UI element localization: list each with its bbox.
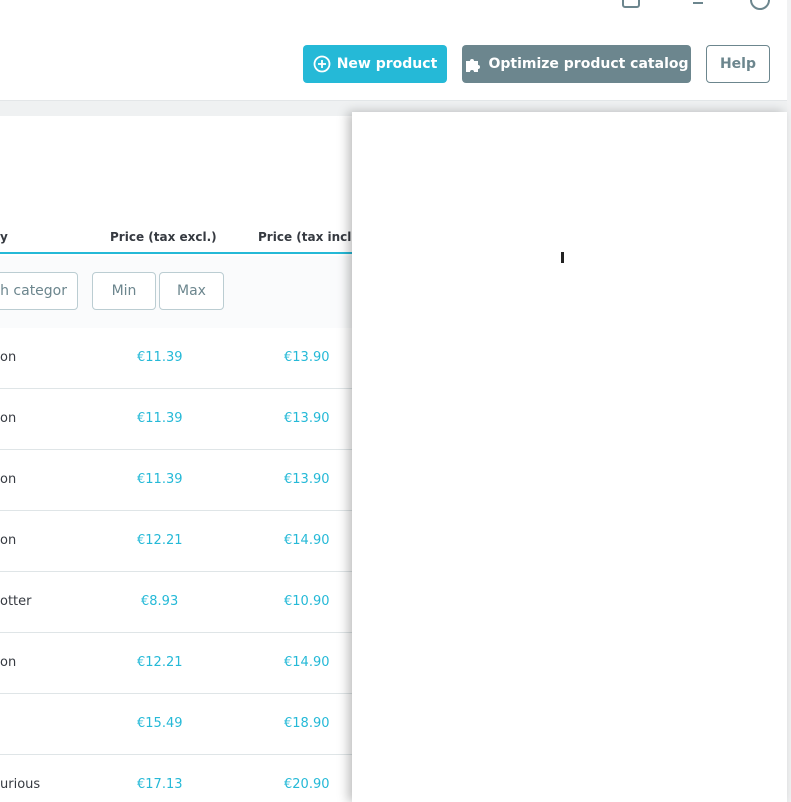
row-price-incl[interactable]: €14.90 [284,655,330,670]
column-category[interactable]: y [0,230,8,244]
row-price-incl[interactable]: €13.90 [284,350,330,365]
help-circle-icon[interactable] [750,0,770,10]
new-product-label: New product [336,56,438,72]
table-row[interactable]: on €12.21 €14.90 [0,511,352,572]
table-row[interactable]: on €11.39 €13.90 [0,450,352,511]
row-price-incl[interactable]: €13.90 [284,472,330,487]
table-row[interactable]: otter €8.93 €10.90 [0,572,352,633]
row-category: on [0,411,17,426]
table-body: on €11.39 €13.90 on €11.39 €13.90 on €11… [0,328,352,802]
row-price-incl[interactable]: €10.90 [284,594,330,609]
price-max-input[interactable]: Max [159,272,224,310]
row-category: urious [0,777,41,792]
row-price-excl[interactable]: €12.21 [137,655,183,670]
menu-icon[interactable] [693,0,703,4]
table-row[interactable]: €15.49 €18.90 [0,694,352,755]
row-category: on [0,472,17,487]
price-min-input[interactable]: Min [92,272,156,310]
table-row[interactable]: on €11.39 €13.90 [0,389,352,450]
row-price-excl[interactable]: €15.49 [137,716,183,731]
optimize-catalog-button[interactable]: Optimize product catalog [462,45,691,83]
new-product-button[interactable]: New product [303,45,447,83]
text-cursor-icon [561,252,564,263]
row-category: on [0,655,17,670]
filter-row: ch categor Min Max [0,256,352,328]
notification-icon[interactable] [622,0,640,8]
row-price-excl[interactable]: €8.93 [141,594,178,609]
puzzle-icon [464,55,482,73]
row-price-excl[interactable]: €12.21 [137,533,183,548]
table-row[interactable]: on €12.21 €14.90 [0,633,352,694]
row-category: on [0,533,17,548]
help-button[interactable]: Help [706,45,770,83]
page-toolbar: New product Optimize product catalog Hel… [0,45,791,85]
row-price-excl[interactable]: €11.39 [137,350,183,365]
side-panel [352,112,787,802]
products-table: y Price (tax excl.) Price (tax incl.) ch… [0,116,352,802]
row-category: otter [0,594,32,609]
table-row[interactable]: urious €17.13 €20.90 [0,755,352,802]
top-bar [0,0,791,10]
row-price-incl[interactable]: €18.90 [284,716,330,731]
row-category: on [0,350,17,365]
row-price-excl[interactable]: €11.39 [137,411,183,426]
table-header: y Price (tax excl.) Price (tax incl.) [0,226,352,254]
row-price-excl[interactable]: €11.39 [137,472,183,487]
category-filter-input[interactable]: ch categor [0,272,78,310]
table-row[interactable]: on €11.39 €13.90 [0,328,352,389]
row-price-incl[interactable]: €20.90 [284,777,330,792]
row-price-excl[interactable]: €17.13 [137,777,183,792]
page-scrollbar[interactable] [787,0,791,802]
row-price-incl[interactable]: €14.90 [284,533,330,548]
column-price-incl[interactable]: Price (tax incl.) [258,230,352,244]
row-price-incl[interactable]: €13.90 [284,411,330,426]
plus-circle-icon [313,55,331,73]
optimize-catalog-label: Optimize product catalog [488,56,689,72]
column-price-excl[interactable]: Price (tax excl.) [110,230,217,244]
